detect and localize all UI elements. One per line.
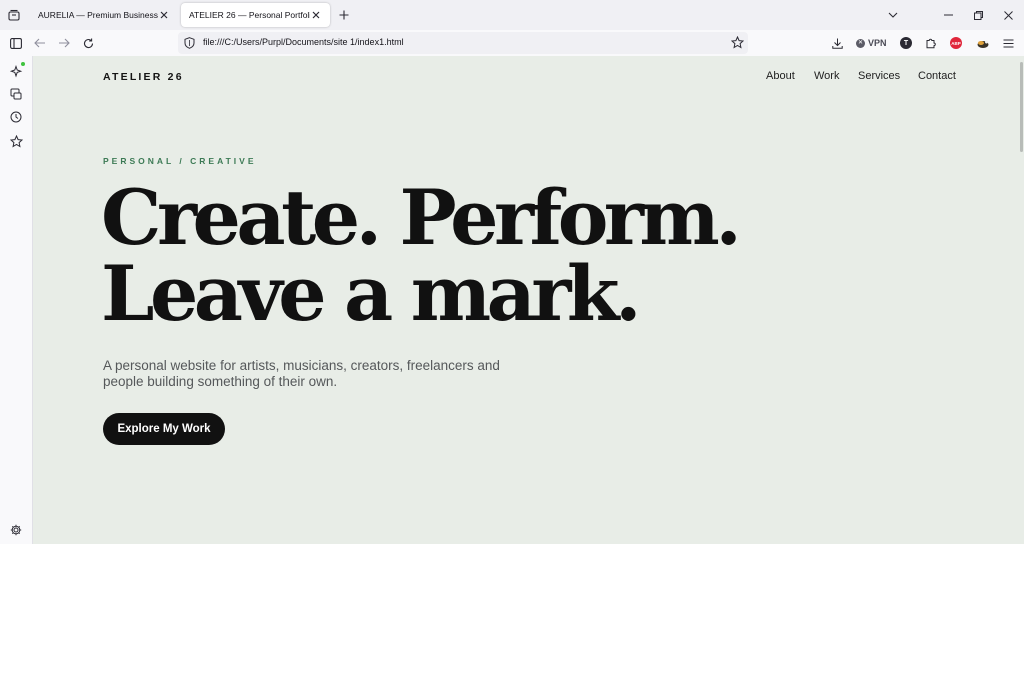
minimize-icon[interactable]	[939, 6, 957, 24]
reload-icon[interactable]	[79, 34, 97, 52]
chevron-down-icon[interactable]	[884, 6, 902, 24]
shield-icon[interactable]	[184, 37, 195, 49]
site-logo[interactable]: ATELIER 26	[103, 71, 184, 83]
url-bar[interactable]: file:///C:/Users/Purpl/Documents/site 1/…	[178, 32, 748, 54]
restore-icon[interactable]	[969, 6, 987, 24]
explore-work-button[interactable]: Explore My Work	[103, 413, 225, 445]
vpn-label: VPN	[868, 38, 887, 48]
vpn-status-icon: ✕	[856, 38, 865, 48]
tab-atelier[interactable]: ATELIER 26 — Personal Portfolio	[181, 3, 330, 27]
back-icon[interactable]	[31, 34, 49, 52]
hero-description: A personal website for artists, musician…	[103, 358, 500, 389]
star-icon[interactable]	[731, 36, 744, 49]
history-icon[interactable]	[8, 109, 24, 125]
forward-icon[interactable]	[55, 34, 73, 52]
close-window-icon[interactable]	[999, 6, 1017, 24]
scrollbar[interactable]	[1018, 56, 1024, 544]
download-icon[interactable]	[828, 34, 846, 52]
nav-link-work[interactable]: Work	[814, 70, 839, 82]
tab-title: ATELIER 26 — Personal Portfolio	[189, 10, 310, 20]
extension-t-icon[interactable]: T	[897, 34, 915, 52]
headline-line-2: Leave a mark.	[101, 249, 642, 338]
nav-link-about[interactable]: About	[766, 70, 795, 82]
close-icon[interactable]	[310, 9, 322, 21]
tab-title: AURELIA — Premium Business	[38, 10, 158, 20]
synced-tabs-icon[interactable]	[8, 86, 24, 102]
plus-icon[interactable]	[336, 7, 352, 23]
page-viewport: ATELIER 26 About Work Services Contact P…	[33, 56, 1024, 544]
vpn-button[interactable]: ✕ VPN	[856, 36, 887, 50]
close-icon[interactable]	[158, 9, 170, 21]
menu-icon[interactable]	[999, 34, 1017, 52]
tab-aurelia[interactable]: AURELIA — Premium Business	[30, 3, 178, 27]
gear-icon[interactable]	[8, 522, 24, 538]
extension-cat-icon[interactable]	[974, 34, 992, 52]
nav-link-services[interactable]: Services	[858, 70, 900, 82]
hero-headline: Create. Perform. Leave a mark.	[101, 173, 742, 338]
tab-strip: AURELIA — Premium Business ATELIER 26 — …	[0, 0, 1024, 30]
puzzle-icon[interactable]	[922, 34, 940, 52]
url-text: file:///C:/Users/Purpl/Documents/site 1/…	[203, 37, 404, 47]
tab-list-icon[interactable]	[4, 5, 24, 25]
nav-link-contact[interactable]: Contact	[918, 70, 956, 82]
adblock-icon[interactable]: ABP	[947, 34, 965, 52]
bookmarks-star-icon[interactable]	[8, 133, 24, 149]
browser-sidebar	[0, 56, 33, 544]
sidebar-toggle-icon[interactable]	[7, 34, 25, 52]
navigation-toolbar: file:///C:/Users/Purpl/Documents/site 1/…	[0, 30, 1024, 56]
hero-eyebrow: PERSONAL / CREATIVE	[103, 156, 257, 166]
headline-line-1: Create. Perform.	[101, 173, 742, 262]
notification-dot	[21, 62, 25, 66]
scrollbar-thumb[interactable]	[1020, 62, 1023, 152]
